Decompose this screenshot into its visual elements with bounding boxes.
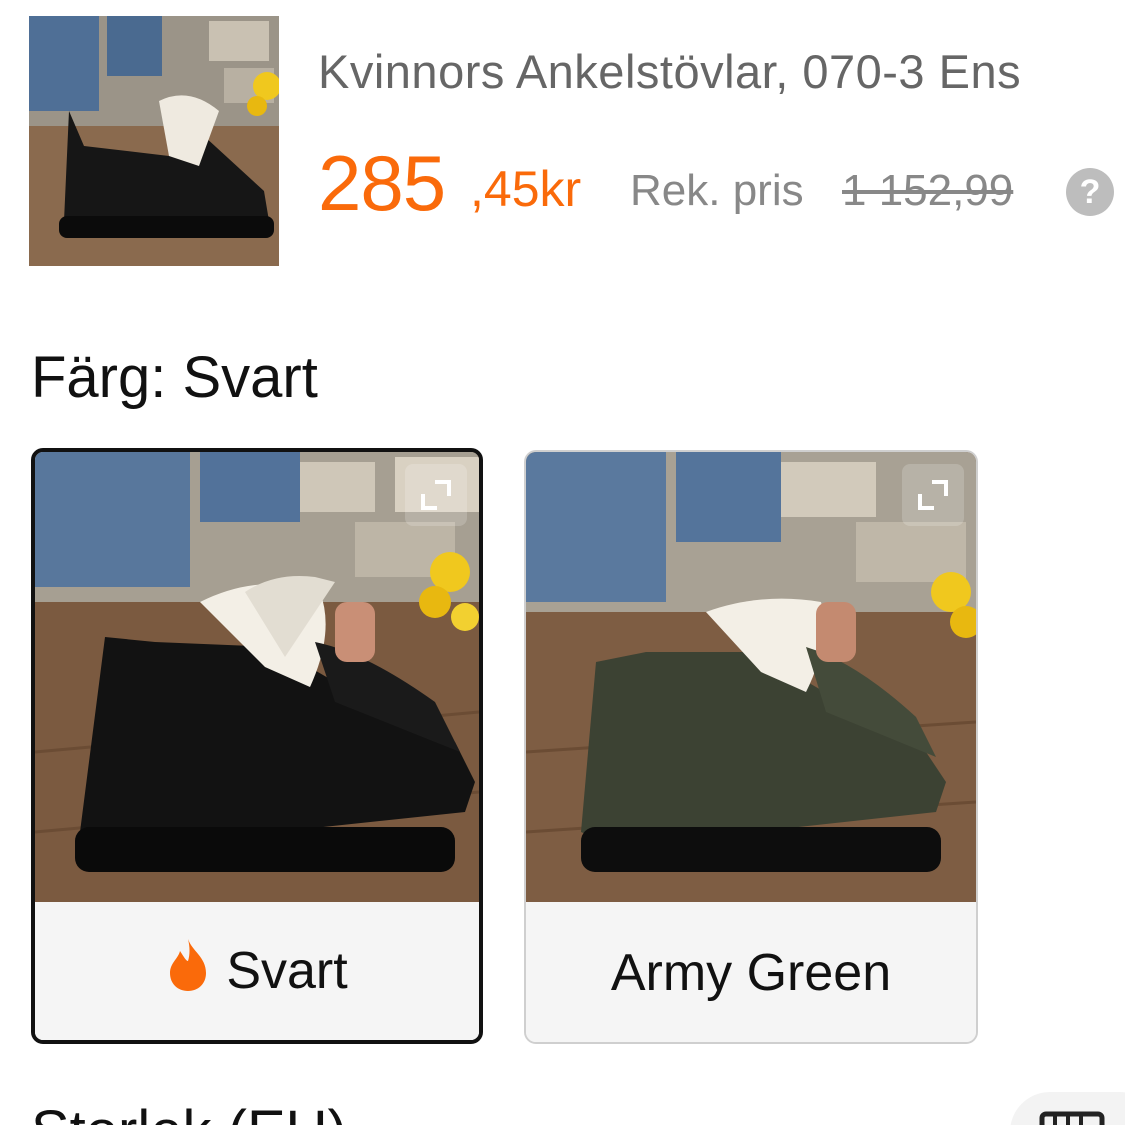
boot-photo-thumbnail xyxy=(29,16,279,266)
color-option-label-svart: Svart xyxy=(226,942,348,1000)
expand-icon[interactable] xyxy=(902,464,964,526)
recommended-price-label: Rek. pris xyxy=(630,166,804,215)
product-title[interactable]: Kvinnors Ankelstövlar, 070-3 Ens xyxy=(318,44,1125,99)
color-option-label-area: Svart xyxy=(35,902,479,1040)
price-decimal: ,45kr xyxy=(470,161,582,217)
boot-photo-army-green xyxy=(526,452,976,902)
color-heading: Färg: Svart xyxy=(31,345,318,410)
price-row: 285 ,45kr Rek. pris 1 152,99 ? xyxy=(318,138,1125,228)
product-variant-page: Kvinnors Ankelstövlar, 070-3 Ens 285 ,45… xyxy=(0,0,1125,1125)
price-integer: 285 xyxy=(318,139,446,227)
color-option-army-green[interactable]: Army Green xyxy=(524,450,978,1044)
help-icon[interactable]: ? xyxy=(1066,168,1114,216)
size-guide-button[interactable] xyxy=(1010,1092,1125,1125)
product-thumbnail[interactable] xyxy=(29,16,279,266)
color-option-label-army-green: Army Green xyxy=(610,944,892,1002)
size-heading: Storlek (EU) xyxy=(31,1098,347,1125)
expand-icon[interactable] xyxy=(405,464,467,526)
boot-photo-svart xyxy=(35,452,479,902)
ruler-icon xyxy=(1039,1111,1105,1125)
color-option-label-area: Army Green xyxy=(526,904,976,1042)
fire-icon xyxy=(166,937,210,1006)
color-option-svart[interactable]: Svart xyxy=(31,448,483,1044)
recommended-price-value: 1 152,99 xyxy=(842,166,1014,215)
